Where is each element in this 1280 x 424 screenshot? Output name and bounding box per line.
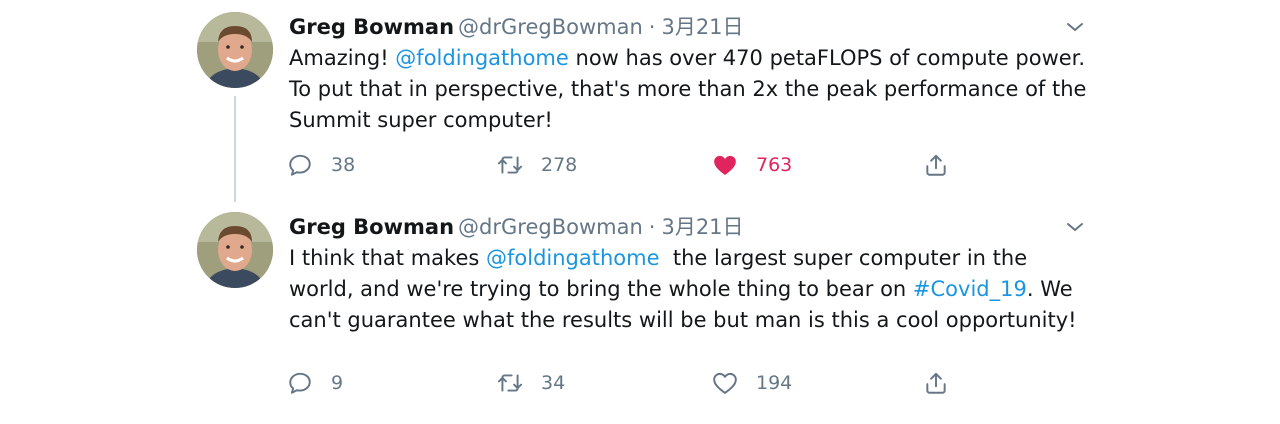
retweet-count: 278 xyxy=(541,154,578,176)
retweet-button[interactable]: 278 xyxy=(497,150,577,180)
reply-button[interactable]: 9 xyxy=(287,368,343,398)
tweet-actions: 38 278 763 xyxy=(287,150,967,180)
share-button[interactable] xyxy=(923,368,949,398)
retweet-icon xyxy=(497,374,523,392)
tweet-header: Greg Bowman @drGregBowman · 3月21日 xyxy=(289,212,1087,242)
like-button[interactable]: 763 xyxy=(712,150,792,180)
chevron-down-icon[interactable] xyxy=(1063,15,1087,39)
author-handle[interactable]: @drGregBowman xyxy=(458,15,643,39)
reply-icon xyxy=(289,372,311,394)
avatar[interactable] xyxy=(197,212,273,288)
share-button[interactable] xyxy=(923,150,949,180)
mention-link[interactable]: @foldingathome xyxy=(395,46,569,70)
share-icon xyxy=(926,154,946,176)
avatar[interactable] xyxy=(197,12,273,88)
chevron-down-icon[interactable] xyxy=(1063,215,1087,239)
author-name[interactable]: Greg Bowman xyxy=(289,15,454,39)
tweet-date[interactable]: 3月21日 xyxy=(661,215,743,239)
reply-count: 9 xyxy=(331,372,344,394)
hashtag-link[interactable]: #Covid_19 xyxy=(913,277,1027,301)
separator: · xyxy=(648,215,656,239)
thread-connector-line xyxy=(234,96,236,202)
tweet-header: Greg Bowman @drGregBowman · 3月21日 xyxy=(289,12,1087,42)
tweet-actions: 9 34 194 xyxy=(287,368,967,398)
mention-link[interactable]: @foldingathome xyxy=(486,246,660,270)
author-name[interactable]: Greg Bowman xyxy=(289,215,454,239)
retweet-count: 34 xyxy=(541,372,566,394)
retweet-button[interactable]: 34 xyxy=(497,368,565,398)
tweet-date[interactable]: 3月21日 xyxy=(661,15,743,39)
like-count: 763 xyxy=(756,154,793,176)
reply-icon xyxy=(289,154,311,176)
reply-count: 38 xyxy=(331,154,356,176)
retweet-icon xyxy=(497,156,523,174)
like-count: 194 xyxy=(756,372,793,394)
author-handle[interactable]: @drGregBowman xyxy=(458,215,643,239)
like-icon xyxy=(714,155,736,175)
tweet-text: Amazing! @foldingathome now has over 470… xyxy=(289,43,1087,136)
separator: · xyxy=(648,15,656,39)
text-segment: Amazing! xyxy=(289,46,396,70)
like-button[interactable]: 194 xyxy=(712,368,792,398)
tweet-text: I think that makes @foldingathome the la… xyxy=(289,243,1087,336)
share-icon xyxy=(926,372,946,394)
text-segment: I think that makes xyxy=(289,246,486,270)
like-icon xyxy=(713,372,737,394)
reply-button[interactable]: 38 xyxy=(287,150,355,180)
